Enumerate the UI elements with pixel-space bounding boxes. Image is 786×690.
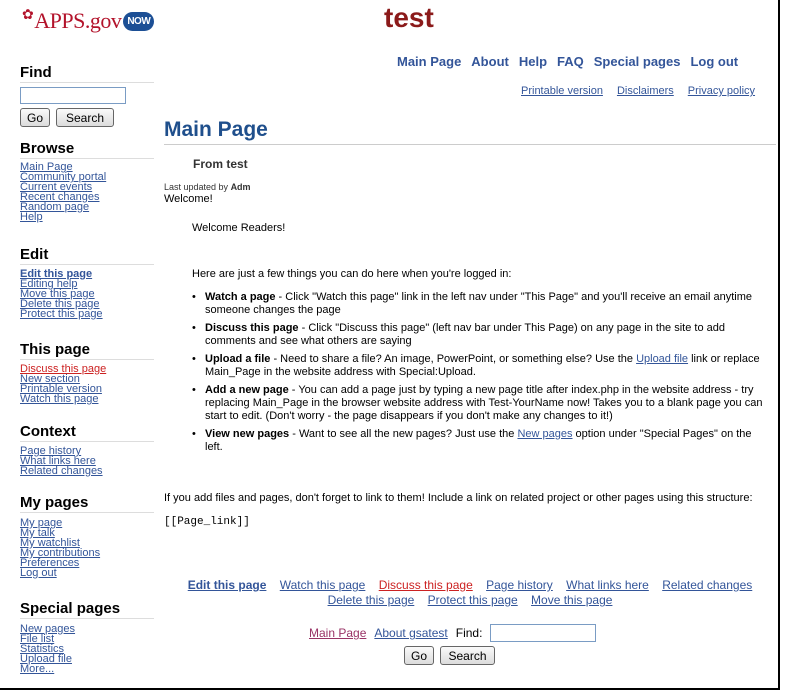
- list-item: Discuss this page - Click "Discuss this …: [192, 322, 772, 348]
- sidebar-item-help[interactable]: Help: [20, 212, 154, 223]
- last-updated: Last updated by Adm: [164, 182, 251, 192]
- site-title: test: [384, 2, 434, 33]
- page-title: Main Page: [164, 118, 268, 141]
- list-item: Add a new page - You can add a page just…: [192, 384, 772, 423]
- tip-text: - You can add a page just by typing a ne…: [205, 384, 763, 422]
- footer-search-button[interactable]: Search: [440, 646, 495, 665]
- footer-search-input[interactable]: [490, 624, 597, 642]
- special-pages-list: New pages File list Statistics Upload fi…: [20, 624, 154, 675]
- tip-title: Upload a file: [205, 353, 271, 365]
- browse-heading: Browse: [20, 140, 154, 159]
- list-item: Upload a file - Need to share a file? An…: [192, 353, 772, 379]
- nav-main-page[interactable]: Main Page: [397, 54, 461, 69]
- find-heading: Find: [20, 64, 154, 83]
- bottom-protect-this-page[interactable]: Protect this page: [428, 593, 518, 607]
- intro-text: Here are just a few things you can do he…: [192, 268, 512, 280]
- footer-go-button[interactable]: Go: [404, 646, 434, 665]
- sidebar-item-more[interactable]: More...: [20, 664, 154, 675]
- this-page-heading: This page: [20, 341, 154, 360]
- context-heading: Context: [20, 423, 154, 442]
- footer-main-page-link[interactable]: Main Page: [309, 626, 366, 640]
- tip-title: Discuss this page: [205, 322, 299, 334]
- last-updated-prefix: Last updated by: [164, 182, 231, 192]
- bottom-edit-this-page[interactable]: Edit this page: [188, 578, 267, 592]
- sidebar-search-input[interactable]: [20, 87, 126, 104]
- special-pages-heading: Special pages: [20, 600, 154, 619]
- last-updated-user: Adm: [230, 182, 251, 192]
- my-pages-heading: My pages: [20, 494, 154, 513]
- tips-list: Watch a page - Click "Watch this page" l…: [192, 291, 772, 459]
- context-list: Page history What links here Related cha…: [20, 446, 154, 477]
- sidebar-item-protect-this-page[interactable]: Protect this page: [20, 309, 154, 320]
- tip-text: - Click "Watch this page" link in the le…: [205, 291, 752, 316]
- bottom-what-links-here[interactable]: What links here: [566, 578, 649, 592]
- nav-about[interactable]: About: [471, 54, 509, 69]
- top-nav: Main Page About Help FAQ Special pages L…: [397, 54, 738, 69]
- list-item: View new pages - Want to see all the new…: [192, 428, 772, 454]
- my-pages-list: My page My talk My watchlist My contribu…: [20, 518, 154, 579]
- footer: Main Page About gsatest Find:: [309, 624, 597, 642]
- sidebar-item-log-out[interactable]: Log out: [20, 568, 154, 579]
- printable-version-link[interactable]: Printable version: [521, 85, 603, 97]
- bottom-page-history[interactable]: Page history: [486, 578, 553, 592]
- bottom-watch-this-page[interactable]: Watch this page: [280, 578, 366, 592]
- edit-list: Edit this page Editing help Move this pa…: [20, 269, 154, 320]
- nav-log-out[interactable]: Log out: [690, 54, 738, 69]
- tip-title: Watch a page: [205, 291, 276, 303]
- bottom-move-this-page[interactable]: Move this page: [531, 593, 612, 607]
- bottom-delete-this-page[interactable]: Delete this page: [328, 593, 415, 607]
- top-links: Printable version Disclaimers Privacy po…: [521, 85, 755, 97]
- this-page-list: Discuss this page New section Printable …: [20, 364, 154, 405]
- footer-find-label: Find:: [455, 626, 483, 640]
- browse-list: Main Page Community portal Current event…: [20, 162, 154, 223]
- new-pages-link[interactable]: New pages: [517, 428, 572, 440]
- bottom-discuss-this-page[interactable]: Discuss this page: [379, 578, 473, 592]
- disclaimers-link[interactable]: Disclaimers: [617, 85, 674, 97]
- welcome-text: Welcome!: [164, 193, 213, 205]
- edit-heading: Edit: [20, 246, 154, 265]
- tip-title: View new pages: [205, 428, 290, 440]
- privacy-policy-link[interactable]: Privacy policy: [688, 85, 755, 97]
- welcome-readers: Welcome Readers!: [192, 222, 286, 234]
- sidebar-item-watch-this-page[interactable]: Watch this page: [20, 394, 154, 405]
- search-button[interactable]: Search: [56, 108, 114, 127]
- page-link-code: [[Page_link]]: [164, 516, 250, 528]
- go-button[interactable]: Go: [20, 108, 50, 127]
- page-actions: Edit this page Watch this page Discuss t…: [160, 578, 780, 608]
- nav-faq[interactable]: FAQ: [557, 54, 584, 69]
- title-divider: [164, 144, 776, 145]
- bottom-related-changes[interactable]: Related changes: [662, 578, 752, 592]
- list-item: Watch a page - Click "Watch this page" l…: [192, 291, 772, 317]
- tip-title: Add a new page: [205, 384, 289, 396]
- now-badge: NOW: [123, 11, 155, 31]
- link-instructions: If you add files and pages, don't forget…: [164, 492, 753, 504]
- apps-gov-logo[interactable]: ✿ APPS.gov NOW: [22, 7, 155, 34]
- from-site: From test: [193, 157, 248, 171]
- footer-about-link[interactable]: About gsatest: [374, 626, 447, 640]
- tip-text: - Want to see all the new pages? Just us…: [289, 428, 518, 440]
- seal-icon: ✿: [22, 7, 34, 23]
- nav-special-pages[interactable]: Special pages: [594, 54, 681, 69]
- upload-file-link[interactable]: Upload file: [636, 353, 688, 365]
- sidebar-item-related-changes[interactable]: Related changes: [20, 466, 154, 477]
- tip-text: - Need to share a file? An image, PowerP…: [270, 353, 637, 365]
- nav-help[interactable]: Help: [519, 54, 547, 69]
